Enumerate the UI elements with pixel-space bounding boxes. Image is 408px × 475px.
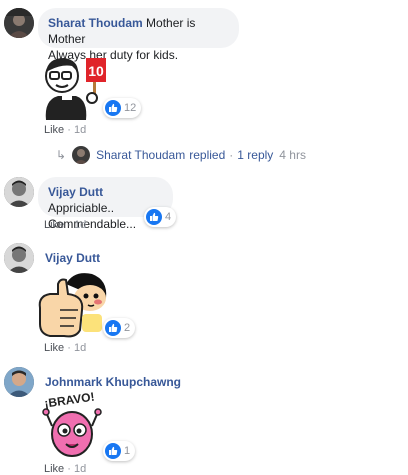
reply-action: replied bbox=[189, 148, 226, 162]
comment-time[interactable]: 1d bbox=[74, 219, 86, 231]
comment-time[interactable]: 1d bbox=[74, 463, 86, 475]
comment-time[interactable]: 1d bbox=[74, 124, 86, 136]
comment-meta: Like · 1d bbox=[44, 342, 86, 354]
avatar[interactable] bbox=[4, 177, 34, 207]
like-link[interactable]: Like bbox=[44, 463, 64, 475]
reply-author: Sharat Thoudam bbox=[96, 148, 186, 162]
like-link[interactable]: Like bbox=[44, 124, 64, 136]
reaction-count-value: 1 bbox=[124, 445, 131, 457]
comment-meta: Like · 1d bbox=[44, 124, 86, 136]
comment-author[interactable]: Vijay Dutt bbox=[48, 185, 103, 199]
reaction-count-value: 2 bbox=[124, 322, 131, 334]
bravo-text: ¡BRAVO! bbox=[43, 390, 95, 410]
reply-count: 1 reply bbox=[237, 148, 274, 162]
comment-bubble: Sharat Thoudam Mother is Mother Always h… bbox=[38, 8, 239, 62]
score-10-sticker: 10 bbox=[36, 52, 110, 122]
thumbs-up-girl-sticker bbox=[36, 266, 112, 340]
like-link[interactable]: Like bbox=[44, 219, 64, 231]
reaction-count[interactable]: 4 bbox=[144, 207, 177, 227]
reaction-count-value: 4 bbox=[165, 211, 172, 223]
comment-meta: Like · 1d bbox=[44, 219, 86, 231]
meta-separator: · bbox=[67, 342, 71, 354]
meta-separator: · bbox=[67, 124, 71, 136]
meta-separator: · bbox=[67, 219, 71, 231]
avatar bbox=[72, 146, 91, 164]
comment-author[interactable]: Johnmark Khupchawng bbox=[45, 375, 181, 389]
svg-text:10: 10 bbox=[88, 63, 104, 79]
avatar[interactable] bbox=[4, 8, 34, 38]
bravo-sticker: ¡BRAVO! bbox=[40, 390, 108, 460]
reaction-count-value: 12 bbox=[124, 102, 137, 114]
comment-author[interactable]: Sharat Thoudam bbox=[48, 16, 143, 30]
like-reaction-icon bbox=[105, 320, 121, 336]
reply-time: 4 hrs bbox=[279, 148, 306, 162]
avatar[interactable] bbox=[4, 367, 34, 397]
reaction-count[interactable]: 12 bbox=[103, 98, 142, 118]
meta-separator: · bbox=[229, 148, 234, 162]
comment-author[interactable]: Vijay Dutt bbox=[45, 251, 100, 265]
like-reaction-icon bbox=[105, 100, 121, 116]
reply-summary[interactable]: ↳ Sharat Thoudam replied · 1 reply 4 hrs bbox=[56, 146, 306, 164]
comment-meta: Like · 1d bbox=[44, 463, 86, 475]
like-reaction-icon bbox=[105, 443, 121, 459]
reaction-count[interactable]: 1 bbox=[103, 441, 136, 461]
reply-arrow-icon: ↳ bbox=[56, 148, 67, 162]
like-link[interactable]: Like bbox=[44, 342, 64, 354]
like-reaction-icon bbox=[146, 209, 162, 225]
meta-separator: · bbox=[67, 463, 71, 475]
avatar[interactable] bbox=[4, 243, 34, 273]
comment-time[interactable]: 1d bbox=[74, 342, 86, 354]
comment-text: Appriciable.. bbox=[48, 201, 115, 215]
reaction-count[interactable]: 2 bbox=[103, 318, 136, 338]
